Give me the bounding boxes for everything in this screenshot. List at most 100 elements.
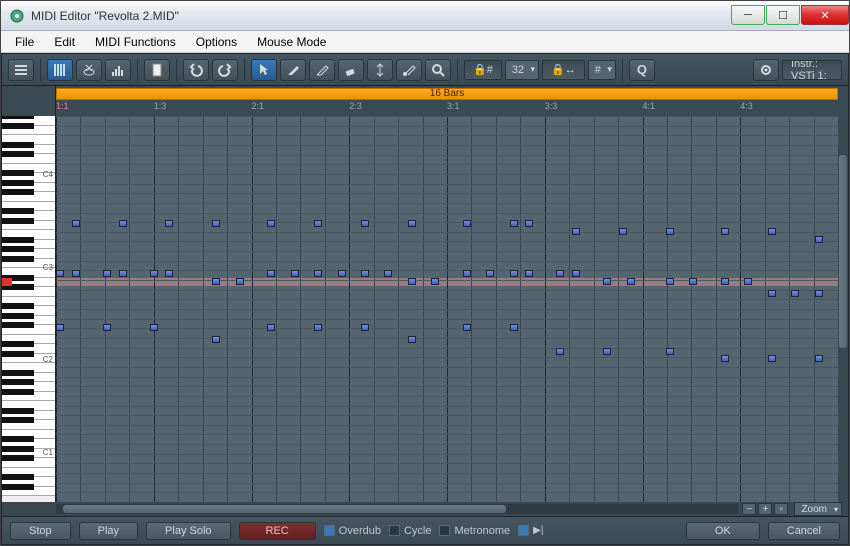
loop-to-end-checkbox[interactable]: ▶|	[518, 525, 543, 536]
midi-note[interactable]	[267, 324, 275, 331]
ok-button[interactable]: OK	[686, 522, 760, 540]
stop-button[interactable]: Stop	[10, 522, 71, 540]
pencil-tool-button[interactable]	[280, 59, 306, 81]
zoom-fit-button[interactable]: ▫	[774, 503, 788, 515]
midi-note[interactable]	[338, 270, 346, 277]
velocity-view-button[interactable]	[105, 59, 131, 81]
drum-view-button[interactable]	[76, 59, 102, 81]
midi-note[interactable]	[768, 228, 776, 235]
zoom-out-button[interactable]: −	[742, 503, 756, 515]
close-button[interactable]: ✕	[801, 5, 849, 25]
midi-note[interactable]	[666, 228, 674, 235]
midi-note[interactable]	[572, 228, 580, 235]
midi-note[interactable]	[384, 270, 392, 277]
midi-note[interactable]	[314, 270, 322, 277]
draw-tool-button[interactable]	[309, 59, 335, 81]
midi-note[interactable]	[103, 270, 111, 277]
midi-note[interactable]	[744, 278, 752, 285]
midi-note[interactable]	[119, 270, 127, 277]
menu-mouse-mode[interactable]: Mouse Mode	[247, 33, 336, 51]
pointer-tool-button[interactable]	[251, 59, 277, 81]
list-view-button[interactable]	[8, 59, 34, 81]
midi-note[interactable]	[510, 220, 518, 227]
midi-note[interactable]	[408, 220, 416, 227]
piano-roll-button[interactable]	[47, 59, 73, 81]
title-bar[interactable]: MIDI Editor "Revolta 2.MID" ─ ☐ ✕	[1, 1, 849, 31]
menu-edit[interactable]: Edit	[44, 33, 85, 51]
midi-note[interactable]	[556, 348, 564, 355]
midi-note[interactable]	[510, 270, 518, 277]
vertical-scrollbar[interactable]	[838, 116, 848, 502]
midi-note[interactable]	[361, 270, 369, 277]
midi-note[interactable]	[165, 270, 173, 277]
region-bar[interactable]: 16 Bars	[56, 88, 838, 100]
midi-note[interactable]	[72, 220, 80, 227]
midi-note[interactable]	[361, 220, 369, 227]
midi-note[interactable]	[463, 220, 471, 227]
metronome-checkbox[interactable]: Metronome	[439, 525, 510, 537]
midi-note[interactable]	[510, 324, 518, 331]
midi-note[interactable]	[212, 220, 220, 227]
time-ruler[interactable]: 1:11:32:12:33:13:34:14:3	[56, 101, 838, 116]
instrument-field[interactable]: Instr.: VSTi 1:	[782, 60, 842, 80]
midi-note[interactable]	[627, 278, 635, 285]
midi-note[interactable]	[486, 270, 494, 277]
midi-note[interactable]	[56, 324, 64, 331]
midi-note[interactable]	[603, 278, 611, 285]
settings-button[interactable]	[753, 59, 779, 81]
midi-note[interactable]	[603, 348, 611, 355]
midi-note[interactable]	[721, 228, 729, 235]
midi-note[interactable]	[212, 336, 220, 343]
split-tool-button[interactable]	[367, 59, 393, 81]
quantize-select[interactable]: 32	[505, 60, 539, 80]
midi-note[interactable]	[267, 270, 275, 277]
play-solo-button[interactable]: Play Solo	[146, 522, 230, 540]
midi-note[interactable]	[689, 278, 697, 285]
midi-note[interactable]	[768, 290, 776, 297]
midi-note[interactable]	[463, 270, 471, 277]
midi-note[interactable]	[619, 228, 627, 235]
maximize-button[interactable]: ☐	[766, 5, 800, 25]
quantize-button[interactable]: Q	[629, 59, 655, 81]
midi-note[interactable]	[267, 220, 275, 227]
midi-note[interactable]	[525, 270, 533, 277]
zoom-tool-button[interactable]	[425, 59, 451, 81]
midi-note[interactable]	[165, 220, 173, 227]
midi-note[interactable]	[556, 270, 564, 277]
midi-note[interactable]	[56, 270, 64, 277]
horizontal-scroll-thumb[interactable]	[63, 505, 507, 513]
record-button[interactable]: REC	[239, 522, 316, 540]
midi-note[interactable]	[815, 290, 823, 297]
midi-note[interactable]	[103, 324, 111, 331]
menu-options[interactable]: Options	[186, 33, 247, 51]
midi-note[interactable]	[666, 348, 674, 355]
piano-keyboard[interactable]: C4C3C2C1	[2, 116, 56, 502]
midi-note[interactable]	[815, 355, 823, 362]
midi-note[interactable]	[721, 355, 729, 362]
overdub-checkbox[interactable]: Overdub	[324, 525, 381, 537]
midi-note[interactable]	[791, 290, 799, 297]
midi-note[interactable]	[768, 355, 776, 362]
midi-note[interactable]	[314, 324, 322, 331]
midi-note[interactable]	[525, 220, 533, 227]
midi-note[interactable]	[463, 324, 471, 331]
timeline[interactable]: 16 Bars 1:11:32:12:33:13:34:14:3	[56, 86, 848, 116]
midi-note[interactable]	[666, 278, 674, 285]
undo-button[interactable]	[183, 59, 209, 81]
midi-note[interactable]	[815, 236, 823, 243]
horizontal-scrollbar[interactable]	[56, 504, 738, 514]
new-page-button[interactable]	[144, 59, 170, 81]
midi-note[interactable]	[119, 220, 127, 227]
midi-note[interactable]	[291, 270, 299, 277]
minimize-button[interactable]: ─	[731, 5, 765, 25]
midi-note[interactable]	[314, 220, 322, 227]
midi-note[interactable]	[408, 278, 416, 285]
redo-button[interactable]	[212, 59, 238, 81]
eraser-tool-button[interactable]	[338, 59, 364, 81]
midi-note[interactable]	[236, 278, 244, 285]
zoom-in-button[interactable]: +	[758, 503, 772, 515]
length-select[interactable]: #	[588, 60, 616, 80]
glue-tool-button[interactable]	[396, 59, 422, 81]
midi-note[interactable]	[72, 270, 80, 277]
vertical-scroll-thumb[interactable]	[839, 155, 847, 348]
